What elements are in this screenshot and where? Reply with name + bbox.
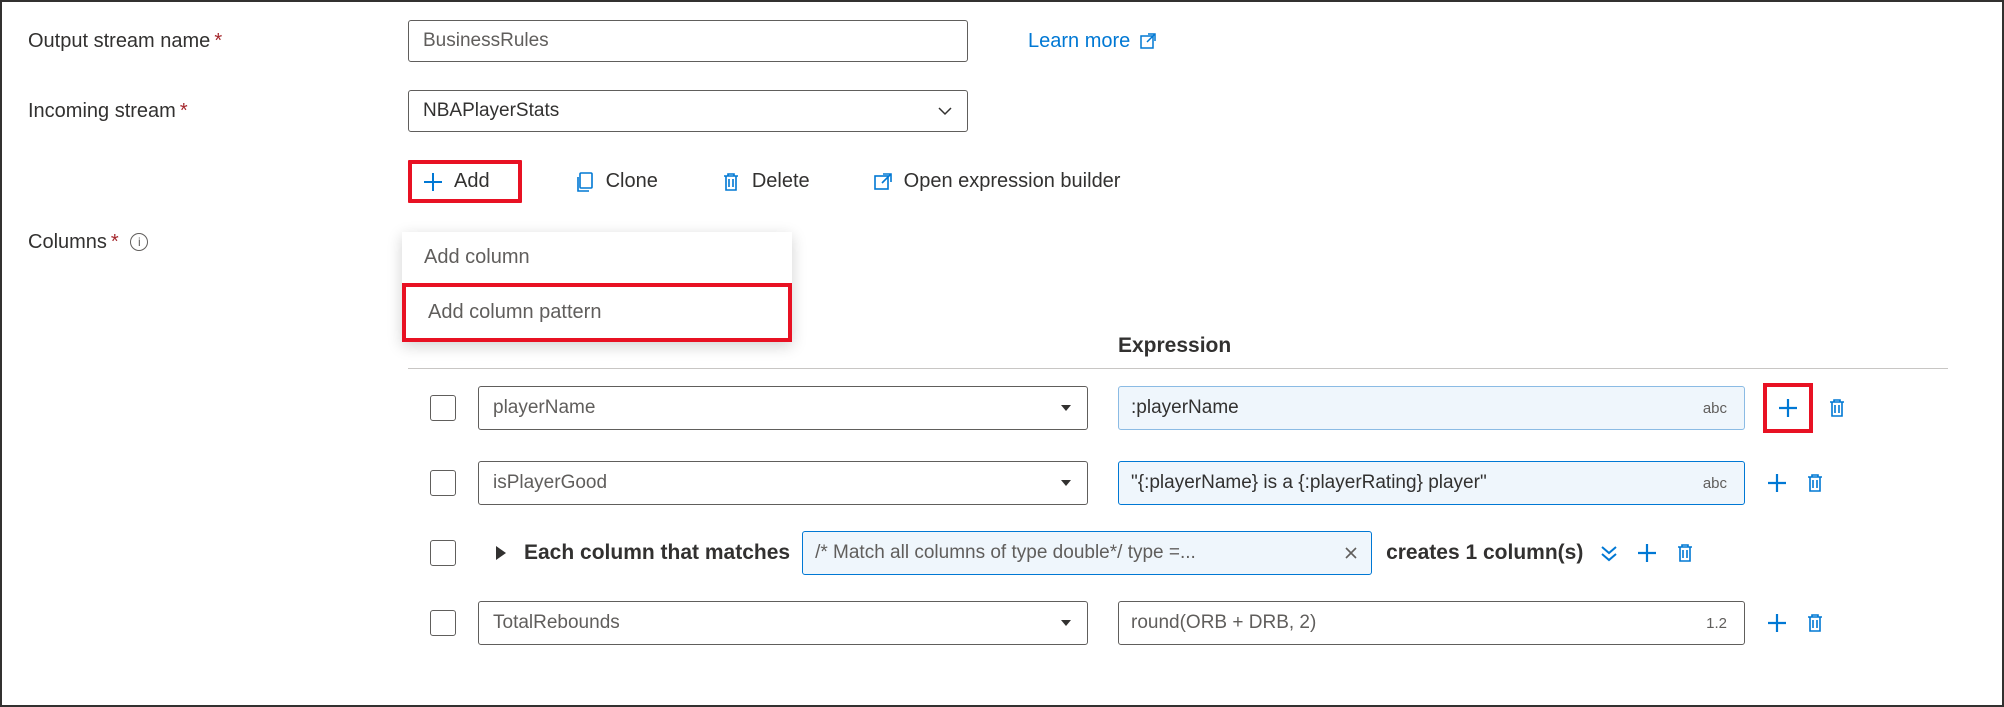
open-builder-label: Open expression builder [904, 170, 1121, 193]
add-dropdown-menu: Add column Add column pattern [402, 232, 792, 342]
add-row-icon[interactable] [1763, 609, 1791, 637]
expression-value: "{:playerName} is a {:playerRating} play… [1131, 472, 1487, 494]
chevrons-down-icon[interactable] [1595, 539, 1623, 567]
required-asterisk: * [180, 100, 188, 122]
chevron-down-icon [937, 103, 953, 119]
expression-input[interactable]: round(ORB + DRB, 2) 1.2 [1118, 601, 1745, 645]
row-checkbox[interactable] [430, 540, 456, 566]
trash-icon [720, 171, 742, 193]
required-asterisk: * [214, 30, 222, 52]
delete-row-icon[interactable] [1801, 469, 1829, 497]
type-badge: abc [1698, 473, 1732, 494]
expression-value: round(ORB + DRB, 2) [1131, 612, 1316, 634]
external-link-icon [1138, 31, 1158, 51]
column-pattern-row: Each column that matches /* Match all co… [408, 519, 1948, 587]
type-badge: abc [1698, 398, 1732, 419]
delete-row-icon[interactable] [1823, 394, 1851, 422]
column-name-select[interactable]: TotalRebounds [478, 601, 1088, 645]
row-checkbox[interactable] [430, 470, 456, 496]
pattern-suffix-label: creates 1 column(s) [1386, 541, 1583, 565]
column-name-select[interactable]: playerName [478, 386, 1088, 430]
pattern-expression-input[interactable]: /* Match all columns of type double*/ ty… [802, 531, 1372, 575]
columns-grid: Expression playerName :playerName abc [408, 334, 1948, 659]
clear-icon[interactable] [1343, 545, 1359, 561]
column-row: isPlayerGood "{:playerName} is a {:playe… [408, 447, 1948, 519]
caret-down-icon [1059, 616, 1073, 630]
clone-button[interactable]: Clone [564, 164, 668, 199]
menu-add-column-pattern[interactable]: Add column pattern [402, 283, 792, 342]
open-icon [872, 171, 894, 193]
column-name-value: TotalRebounds [493, 612, 620, 634]
open-builder-button[interactable]: Open expression builder [862, 164, 1131, 199]
clone-button-label: Clone [606, 170, 658, 193]
row-incoming-stream: Incoming stream* NBAPlayerStats [28, 90, 1976, 132]
add-row-icon[interactable] [1633, 539, 1661, 567]
column-name-value: isPlayerGood [493, 472, 607, 494]
incoming-stream-label: Incoming stream* [28, 100, 408, 123]
column-row: TotalRebounds round(ORB + DRB, 2) 1.2 [408, 587, 1948, 659]
menu-add-column[interactable]: Add column [402, 232, 792, 283]
column-name-value: playerName [493, 397, 595, 419]
delete-row-icon[interactable] [1671, 539, 1699, 567]
add-row-icon[interactable] [1763, 469, 1791, 497]
add-button-label: Add [454, 170, 490, 193]
output-stream-input[interactable] [408, 20, 968, 62]
output-stream-label: Output stream name* [28, 30, 408, 53]
expand-triangle-icon[interactable] [496, 546, 506, 560]
delete-row-icon[interactable] [1801, 609, 1829, 637]
incoming-stream-label-text: Incoming stream [28, 100, 176, 122]
caret-down-icon [1059, 476, 1073, 490]
columns-label: Columns* i [28, 231, 408, 254]
row-checkbox[interactable] [430, 610, 456, 636]
info-icon[interactable]: i [130, 233, 148, 251]
pattern-expression-value: /* Match all columns of type double*/ ty… [815, 542, 1196, 564]
plus-icon [422, 171, 444, 193]
expression-value: :playerName [1131, 397, 1239, 419]
caret-down-icon [1059, 401, 1073, 415]
type-badge: 1.2 [1701, 613, 1732, 634]
expression-input[interactable]: :playerName abc [1118, 386, 1745, 430]
add-row-icon[interactable] [1763, 383, 1813, 433]
learn-more-link[interactable]: Learn more [1028, 30, 1158, 53]
row-checkbox[interactable] [430, 395, 456, 421]
columns-toolbar: Add Clone Delete Open expression builder [408, 160, 1976, 203]
delete-button-label: Delete [752, 170, 810, 193]
clone-icon [574, 171, 596, 193]
columns-label-text: Columns [28, 231, 107, 253]
expression-header: Expression [1118, 334, 1948, 358]
required-asterisk: * [111, 231, 119, 253]
expression-input[interactable]: "{:playerName} is a {:playerRating} play… [1118, 461, 1745, 505]
delete-button[interactable]: Delete [710, 164, 820, 199]
pattern-prefix-label: Each column that matches [524, 541, 790, 565]
row-output-stream: Output stream name* Learn more [28, 20, 1976, 62]
incoming-stream-value: NBAPlayerStats [423, 100, 559, 122]
add-button[interactable]: Add [408, 160, 522, 203]
incoming-stream-select[interactable]: NBAPlayerStats [408, 90, 968, 132]
columns-section: Columns* i [28, 231, 1976, 254]
output-stream-label-text: Output stream name [28, 30, 210, 52]
config-frame: Output stream name* Learn more Incoming … [0, 0, 2004, 707]
column-name-select[interactable]: isPlayerGood [478, 461, 1088, 505]
column-row: playerName :playerName abc [408, 369, 1948, 447]
learn-more-text: Learn more [1028, 30, 1130, 53]
